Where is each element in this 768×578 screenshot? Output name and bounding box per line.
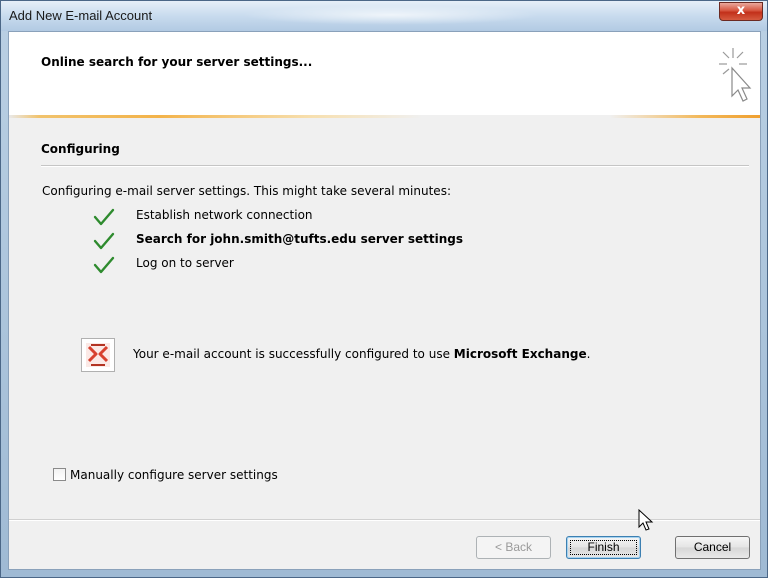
result-product-name: Microsoft Exchange [453, 347, 587, 361]
add-email-account-window: Add New E-mail Account x Online search f… [0, 0, 768, 578]
check-icon [93, 256, 115, 274]
exchange-icon [81, 338, 115, 372]
mouse-cursor-icon [638, 509, 654, 531]
section-title: Configuring [41, 142, 120, 156]
header-accent-line [9, 115, 760, 118]
wizard-cursor-sparkle-icon [719, 48, 752, 102]
wizard-header: Online search for your server settings..… [9, 32, 760, 118]
result-text-suffix: . [586, 347, 591, 361]
check-icon [93, 232, 115, 250]
title-bar-glass [241, 5, 541, 25]
dialog-client-area: Online search for your server settings..… [8, 31, 761, 570]
back-button[interactable]: < Back [476, 536, 551, 559]
title-bar[interactable]: Add New E-mail Account x [1, 1, 767, 31]
result-text-prefix: Your e-mail account is successfully conf… [133, 347, 454, 361]
manual-config-checkbox[interactable] [53, 468, 66, 481]
close-button[interactable]: x [719, 2, 763, 21]
close-icon: x [736, 3, 746, 18]
step-label: Establish network connection [136, 208, 313, 222]
result-message: Your e-mail account is successfully conf… [133, 347, 590, 361]
header-title: Online search for your server settings..… [41, 55, 313, 69]
check-icon [93, 208, 115, 226]
step-label: Log on to server [136, 256, 234, 270]
section-divider [41, 165, 749, 167]
cancel-button[interactable]: Cancel [675, 536, 750, 559]
finish-button[interactable]: Finish [566, 536, 641, 559]
focus-rectangle [570, 540, 637, 555]
step-label: Search for john.smith@tufts.edu server s… [136, 232, 464, 246]
intro-text: Configuring e-mail server settings. This… [42, 184, 451, 198]
window-title: Add New E-mail Account [9, 8, 153, 23]
manual-config-label[interactable]: Manually configure server settings [70, 468, 278, 482]
